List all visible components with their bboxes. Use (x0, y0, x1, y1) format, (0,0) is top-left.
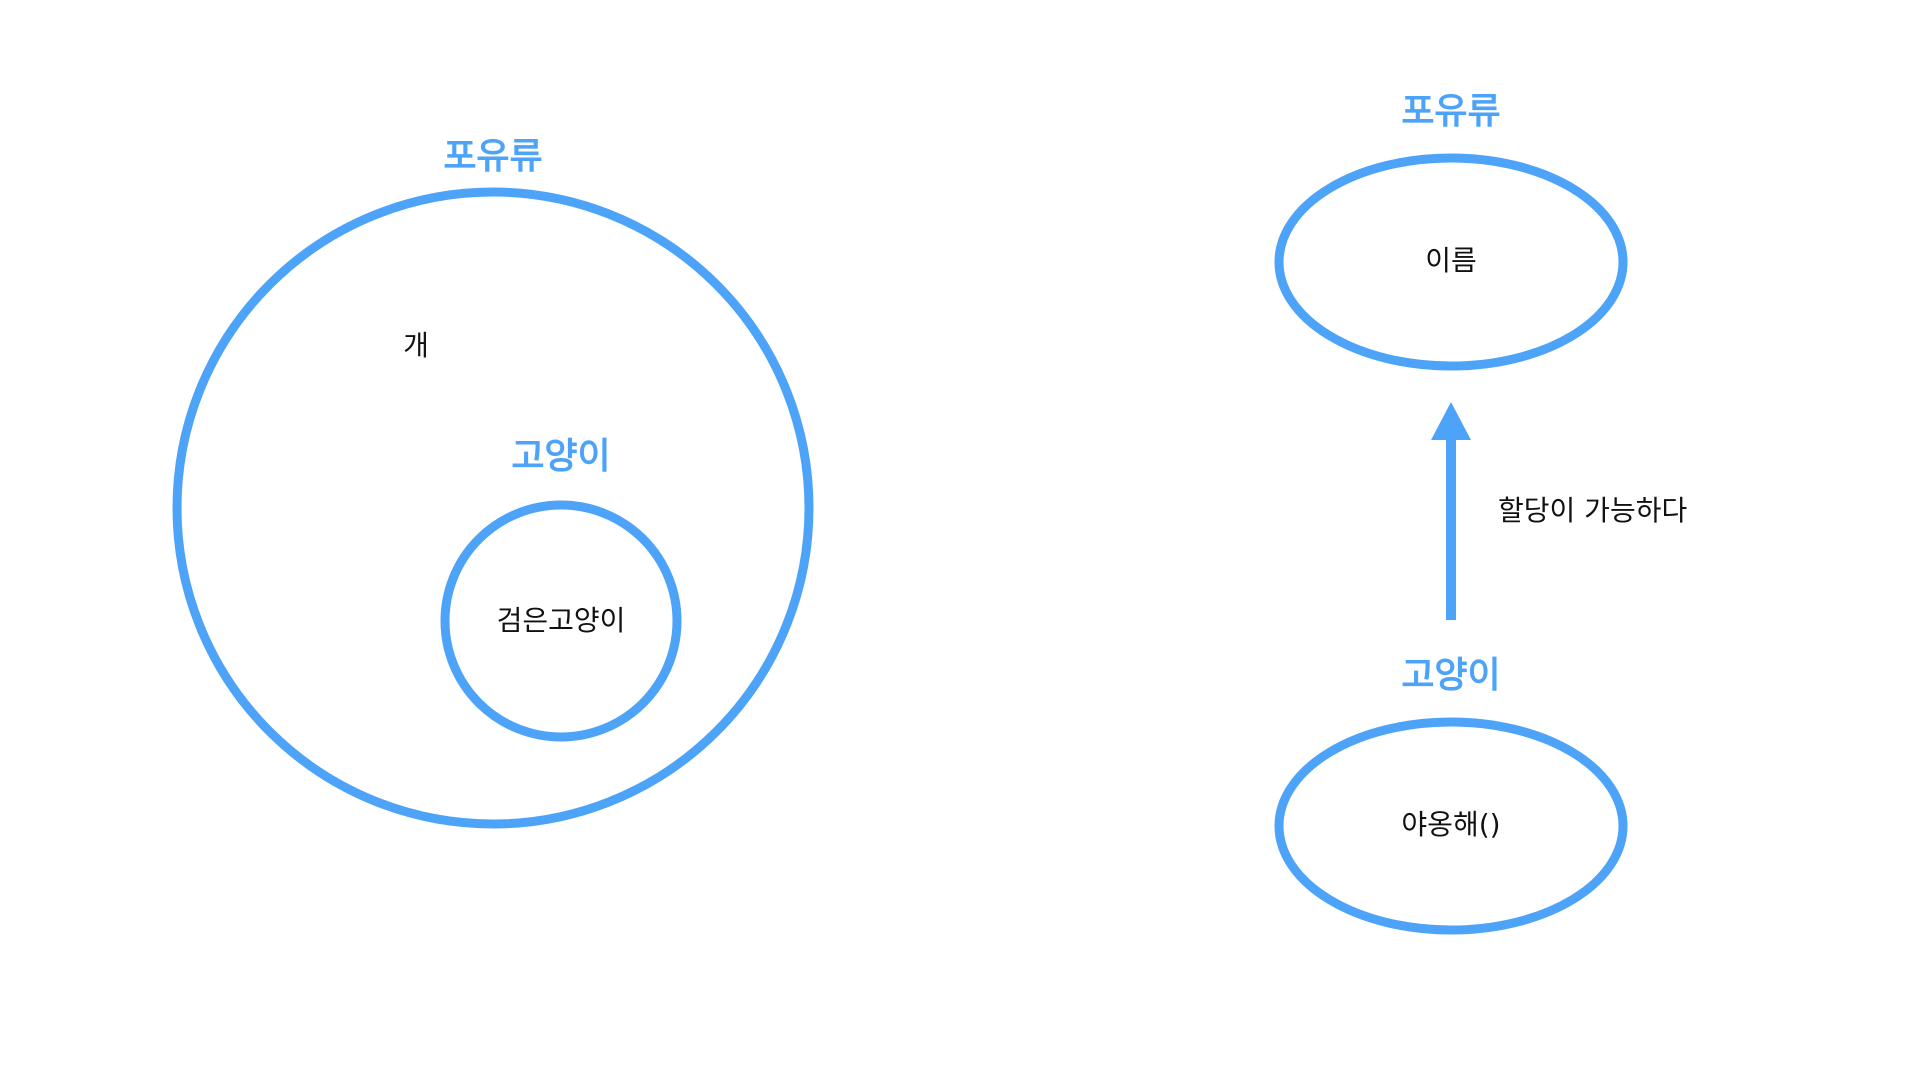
meow-method-label: 야옹해() (1401, 808, 1500, 841)
assignable-label: 할당이 가능하다 (1498, 494, 1687, 527)
inheritance-diagram: 포유류 개 고양이 검은고양이 포유류 이름 할당이 가능하다 고양이 야옹해(… (172, 91, 1687, 935)
cat-set-label: 고양이 (511, 436, 610, 477)
cat-type-label: 고양이 (1401, 655, 1500, 696)
mammal-set-label: 포유류 (443, 136, 542, 177)
mammal-type-label: 포유류 (1401, 91, 1500, 132)
black-cat-label: 검은고양이 (497, 604, 626, 637)
mammal-set-circle (172, 187, 814, 829)
assignment-arrow (1431, 402, 1471, 620)
dog-label: 개 (403, 329, 429, 362)
name-member-label: 이름 (1425, 244, 1477, 277)
arrow-head-icon (1431, 402, 1471, 440)
left-set-diagram: 포유류 개 고양이 검은고양이 (172, 136, 814, 829)
right-assignment-diagram: 포유류 이름 할당이 가능하다 고양이 야옹해() (1274, 91, 1687, 935)
